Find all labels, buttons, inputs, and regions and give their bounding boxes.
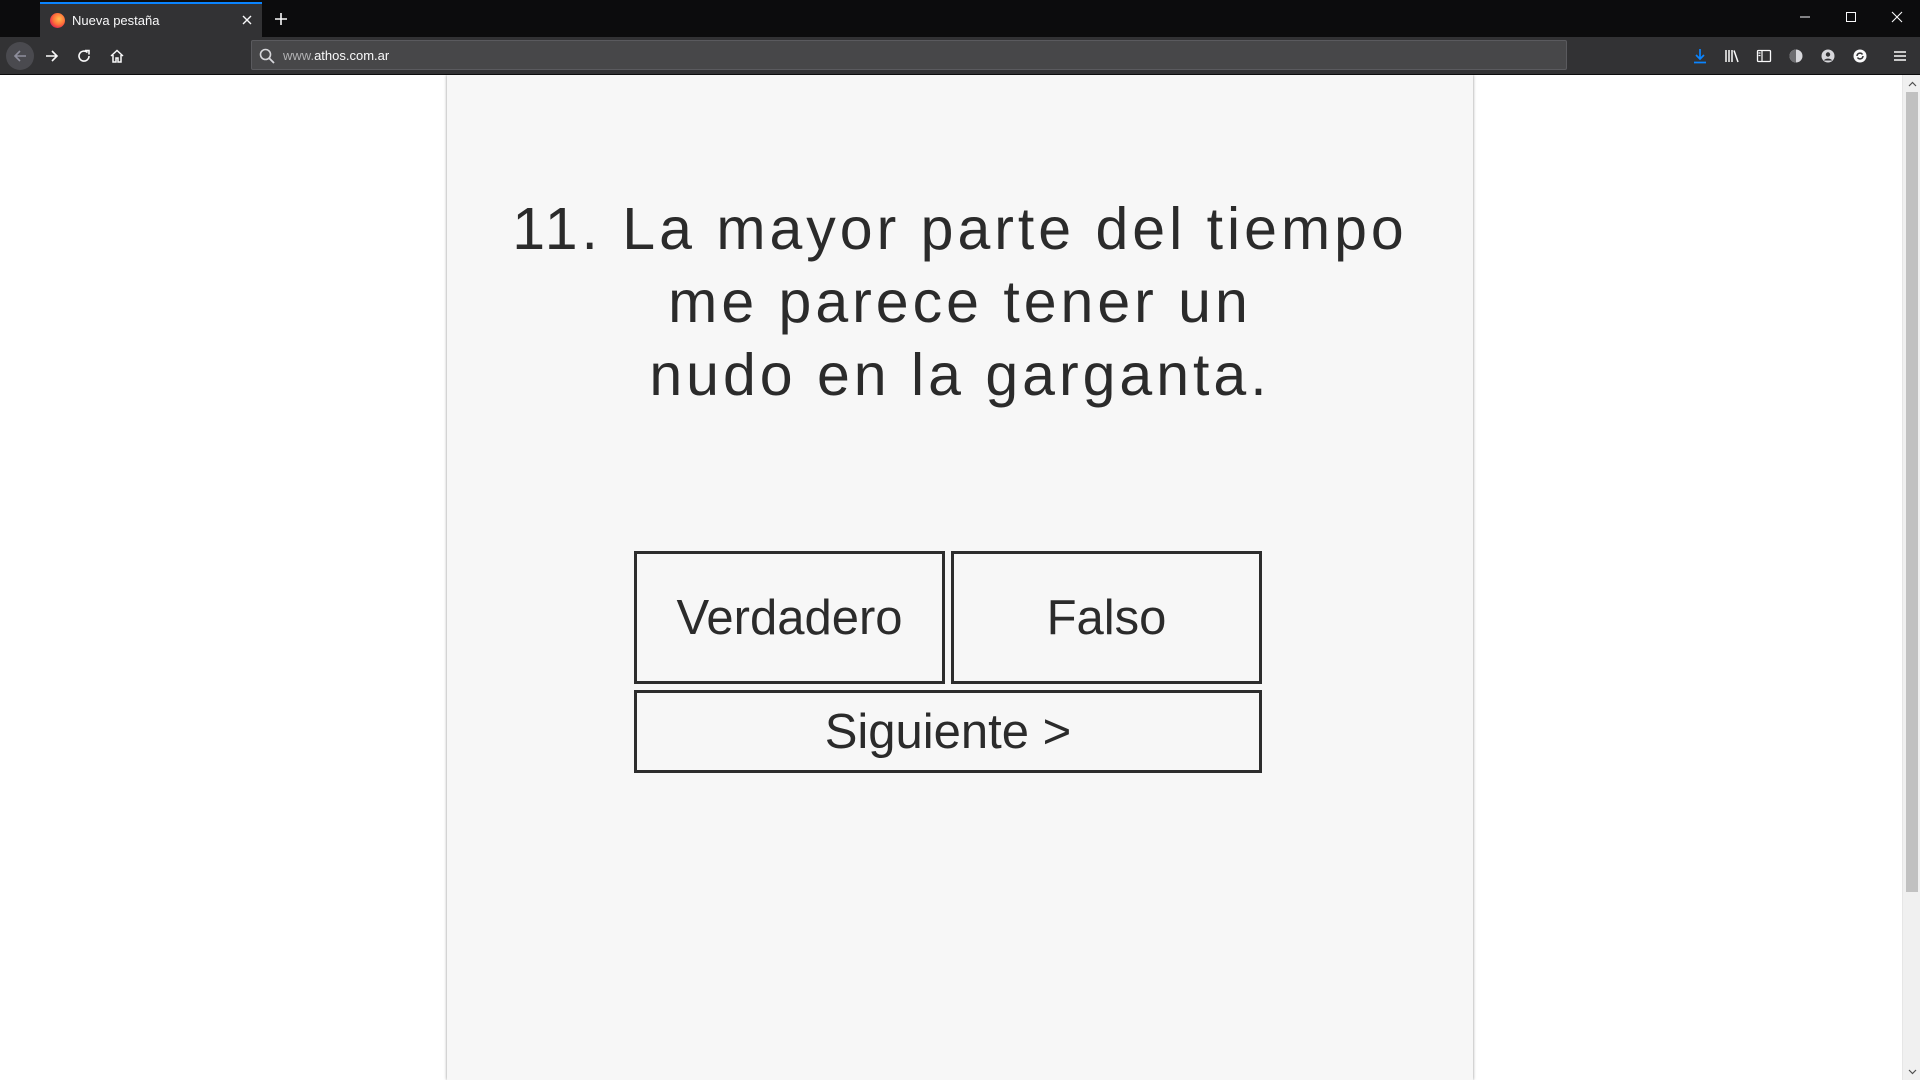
forward-arrow-icon [46,50,59,62]
scroll-up-icon[interactable] [1903,75,1920,92]
home-button[interactable] [103,42,131,70]
download-icon [1694,49,1706,64]
account-icon [1821,49,1835,63]
scrollbar-thumb[interactable] [1906,92,1918,892]
new-tab-button[interactable] [269,7,293,31]
back-arrow-icon [13,50,26,62]
false-button[interactable]: Falso [951,551,1262,684]
url-prefix: www. [283,48,315,63]
reload-button[interactable] [70,42,98,70]
menu-icon [1894,51,1906,61]
search-icon [259,48,275,64]
vertical-scrollbar[interactable] [1902,75,1920,1080]
library-button[interactable] [1720,44,1744,68]
menu-button[interactable] [1888,44,1912,68]
url-bar[interactable]: www.athos.com.ar [251,40,1567,70]
question-text: 11. La mayor parte del tiempo me parece … [512,196,1408,408]
url-domain: athos.com.ar [314,48,390,63]
minimize-icon[interactable] [1782,0,1828,34]
extension-button[interactable] [1784,44,1808,68]
account-button[interactable] [1816,44,1840,68]
browser-navbar: www.athos.com.ar [0,37,1920,75]
scroll-down-icon[interactable] [1903,1063,1920,1080]
library-icon [1725,50,1739,63]
true-button[interactable]: Verdadero [634,551,945,684]
firefox-icon [50,13,65,28]
maximize-icon[interactable] [1828,0,1874,34]
close-window-icon[interactable] [1874,0,1920,34]
sidebar-button[interactable] [1752,44,1776,68]
forward-button[interactable] [38,42,66,70]
sidebar-icon [1756,49,1772,63]
tab-active[interactable]: Nueva pestaña [40,2,262,37]
url-text[interactable]: www.athos.com.ar [283,48,389,63]
extension-icon [1789,49,1803,63]
back-button[interactable] [6,42,34,70]
home-icon [110,49,124,63]
reload-icon [78,49,90,62]
next-button[interactable]: Siguiente > [634,690,1262,773]
tab-title: Nueva pestaña [72,13,160,28]
download-button[interactable] [1688,44,1712,68]
sync-button[interactable] [1848,44,1872,68]
sync-icon [1853,49,1867,63]
page-viewport: 11. La mayor parte del tiempo me parece … [0,75,1902,1080]
close-tab-icon[interactable] [238,11,256,29]
browser-titlebar: Nueva pestaña [0,0,1920,37]
question-card: 11. La mayor parte del tiempo me parece … [447,75,1473,1080]
